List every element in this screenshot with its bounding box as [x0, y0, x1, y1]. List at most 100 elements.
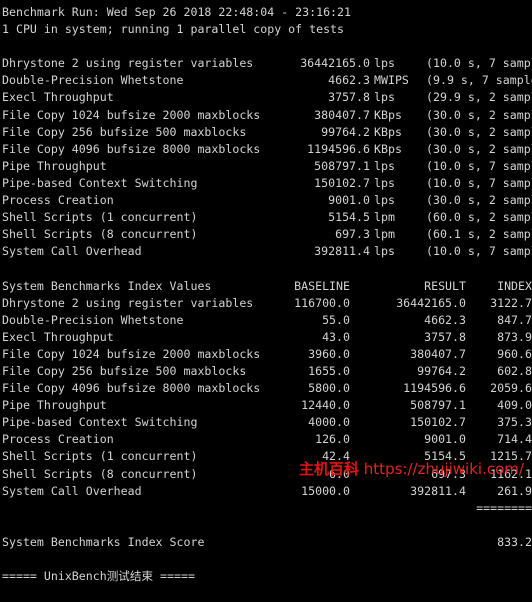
index-result: 4662.3	[424, 312, 466, 327]
index-score-row: System Benchmarks Index Score 833.2	[2, 534, 532, 551]
cpu-info-line: 1 CPU in system; running 1 parallel copy…	[2, 22, 345, 37]
benchmark-run-line: Benchmark Run: Wed Sep 26 2018 22:48:04 …	[2, 5, 352, 19]
result-label: Pipe Throughput	[2, 158, 107, 173]
index-label: Pipe Throughput	[2, 398, 107, 413]
index-result: 392811.4	[410, 483, 466, 498]
result-label: System Call Overhead	[2, 244, 142, 259]
result-samples: (60.0 s, 2 samples)	[426, 210, 532, 225]
index-score-value: 833.2	[497, 534, 532, 549]
index-baseline: 55.0	[322, 312, 350, 327]
result-value: 5154.5	[328, 210, 370, 225]
index-result: 150102.7	[410, 415, 466, 430]
result-row: Pipe Throughput 508797.1 lps (10.0 s, 7 …	[2, 158, 532, 175]
result-label: Dhrystone 2 using register variables	[2, 56, 254, 71]
site-watermark: 主机百科 https://zhujiwiki.com/	[299, 460, 524, 479]
result-row: Process Creation 9001.0 lps (30.0 s, 2 s…	[2, 192, 532, 209]
result-label: Shell Scripts (8 concurrent)	[2, 227, 198, 242]
result-samples: (10.0 s, 7 samples)	[426, 56, 532, 71]
column-header-index: INDEX	[497, 278, 532, 293]
result-label: Pipe-based Context Switching	[2, 175, 198, 190]
index-result: 1194596.6	[403, 381, 466, 396]
index-result: 36442165.0	[396, 295, 466, 310]
watermark-site-name: 主机百科	[299, 460, 360, 478]
index-result: 3757.8	[424, 329, 466, 344]
index-baseline: 15000.0	[301, 483, 350, 498]
result-value: 150102.7	[314, 175, 370, 190]
index-row: Double-Precision Whetstone 55.0 4662.3 8…	[2, 312, 532, 329]
result-unit: KBps	[374, 107, 402, 122]
result-label: File Copy 256 bufsize 500 maxblocks	[2, 124, 247, 139]
result-label: Shell Scripts (1 concurrent)	[2, 210, 198, 225]
index-score-label: System Benchmarks Index Score	[2, 534, 205, 549]
index-baseline: 43.0	[322, 329, 350, 344]
result-samples: (10.0 s, 7 samples)	[426, 244, 532, 259]
index-row: System Call Overhead 15000.0 392811.4 26…	[2, 483, 532, 500]
result-row: Shell Scripts (8 concurrent) 697.3 lpm (…	[2, 226, 532, 243]
result-samples: (10.0 s, 7 samples)	[426, 158, 532, 173]
result-unit: lps	[374, 244, 395, 259]
index-value: 960.6	[497, 346, 532, 361]
result-value: 1194596.6	[307, 141, 370, 156]
column-header-baseline: BASELINE	[294, 278, 350, 293]
index-result: 99764.2	[417, 363, 466, 378]
index-label: Shell Scripts (8 concurrent)	[2, 466, 198, 481]
index-label: Process Creation	[2, 432, 114, 447]
watermark-url: https://zhujiwiki.com/	[363, 460, 524, 478]
index-value: 847.7	[497, 312, 532, 327]
result-row: Pipe-based Context Switching 150102.7 lp…	[2, 175, 532, 192]
index-row: Pipe-based Context Switching 4000.0 1501…	[2, 414, 532, 431]
index-label: Double-Precision Whetstone	[2, 312, 184, 327]
index-label: Shell Scripts (1 concurrent)	[2, 449, 198, 464]
index-label: System Call Overhead	[2, 483, 142, 498]
result-unit: lps	[374, 175, 395, 190]
result-samples: (30.0 s, 2 samples)	[426, 107, 532, 122]
index-value: 409.0	[497, 398, 532, 413]
index-value: 3122.7	[490, 295, 532, 310]
result-samples: (9.9 s, 7 samples)	[426, 73, 532, 88]
index-value: 2059.6	[490, 381, 532, 396]
score-separator-row: ========	[2, 500, 532, 517]
result-value: 36442165.0	[300, 56, 370, 71]
index-row: Pipe Throughput 12440.0 508797.1 409.0	[2, 397, 532, 414]
result-unit: lps	[374, 90, 395, 105]
result-unit: lps	[374, 56, 395, 71]
result-label: File Copy 1024 bufsize 2000 maxblocks	[2, 107, 261, 122]
result-unit: KBps	[374, 141, 402, 156]
index-baseline: 12440.0	[301, 398, 350, 413]
index-label: File Copy 256 bufsize 500 maxblocks	[2, 363, 247, 378]
result-samples: (30.0 s, 2 samples)	[426, 141, 532, 156]
result-row: Execl Throughput 3757.8 lps (29.9 s, 2 s…	[2, 89, 532, 106]
result-unit: lps	[374, 158, 395, 173]
result-label: Double-Precision Whetstone	[2, 73, 184, 88]
result-samples: (30.0 s, 2 samples)	[426, 193, 532, 208]
result-row: Double-Precision Whetstone 4662.3 MWIPS …	[2, 72, 532, 89]
index-row: File Copy 4096 bufsize 8000 maxblocks 58…	[2, 380, 532, 397]
result-row: Shell Scripts (1 concurrent) 5154.5 lpm …	[2, 209, 532, 226]
result-samples: (60.1 s, 2 samples)	[426, 227, 532, 242]
result-row: File Copy 4096 bufsize 8000 maxblocks 11…	[2, 141, 532, 158]
result-row: File Copy 1024 bufsize 2000 maxblocks 38…	[2, 107, 532, 124]
index-baseline: 126.0	[315, 432, 350, 447]
index-value: 873.9	[497, 329, 532, 344]
index-row: File Copy 256 bufsize 500 maxblocks 1655…	[2, 363, 532, 380]
index-value: 602.8	[497, 363, 532, 378]
result-value: 99764.2	[321, 124, 370, 139]
index-header-row: System Benchmarks Index Values BASELINE …	[2, 278, 532, 295]
result-row: Dhrystone 2 using register variables 364…	[2, 55, 532, 72]
index-result: 9001.0	[424, 432, 466, 447]
result-label: Execl Throughput	[2, 90, 114, 105]
result-samples: (29.9 s, 2 samples)	[426, 90, 532, 105]
result-value: 3757.8	[328, 90, 370, 105]
result-unit: lps	[374, 193, 395, 208]
result-samples: (10.0 s, 7 samples)	[426, 175, 532, 190]
unixbench-end-line: ===== UnixBench测试结束 =====	[2, 569, 195, 584]
index-label: Execl Throughput	[2, 329, 114, 344]
result-unit: KBps	[374, 124, 402, 139]
index-row: File Copy 1024 bufsize 2000 maxblocks 39…	[2, 346, 532, 363]
index-value: 375.3	[497, 415, 532, 430]
column-header-result: RESULT	[424, 278, 466, 293]
result-label: Process Creation	[2, 193, 114, 208]
result-value: 380407.7	[314, 107, 370, 122]
